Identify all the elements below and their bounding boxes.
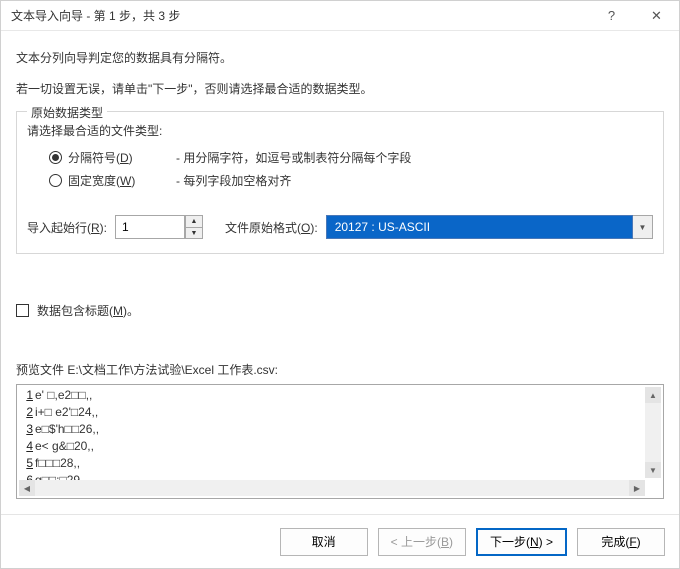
preview-line: 6g□□:□29,, [19,472,645,480]
headers-checkbox-label: 数据包含标题(M)。 [37,302,139,319]
wizard-dialog: 文本导入向导 - 第 1 步，共 3 步 ? ✕ 文本分列向导判定您的数据具有分… [0,0,680,569]
radio-fixed-row[interactable]: 固定宽度(W) - 每列字段加空格对齐 [49,172,653,189]
preview-line: 5f□□□28,, [19,455,645,472]
preview-line: 4e< g&□20,, [19,438,645,455]
radio-fixed[interactable] [49,174,62,187]
scroll-left-icon[interactable]: ◀ [19,480,35,496]
help-button[interactable]: ? [589,1,634,31]
file-origin-label: 文件原始格式(O): [225,219,318,236]
spinner-down-icon[interactable]: ▼ [185,227,203,239]
back-button[interactable]: < 上一步(B) [378,528,466,556]
start-row-label: 导入起始行(R): [27,219,107,236]
headers-checkbox[interactable] [16,304,29,317]
preview-line: 3e□$'h□□26,, [19,421,645,438]
scroll-down-icon[interactable]: ▼ [645,462,661,478]
button-bar: 取消 < 上一步(B) 下一步(N) > 完成(F) [1,514,679,568]
preview-content: 1e' □,e2□□,, 2i+□ e2'□24,, 3e□$'h□□26,, … [19,387,645,480]
preview-line: 1e' □,e2□□,, [19,387,645,404]
original-data-type-group: 原始数据类型 请选择最合适的文件类型: 分隔符号(D) - 用分隔字符，如逗号或… [16,111,664,254]
dialog-body: 文本分列向导判定您的数据具有分隔符。 若一切设置无误，请单击"下一步"，否则请选… [1,31,679,499]
file-type-prompt: 请选择最合适的文件类型: [27,122,653,139]
radio-dot-icon [52,154,59,161]
preview-box: 1e' □,e2□□,, 2i+□ e2'□24,, 3e□$'h□□26,, … [16,384,664,499]
import-start-row: 导入起始行(R): ▲ ▼ 文件原始格式(O): 20127 : US-ASCI… [27,215,653,239]
radio-fixed-desc: - 每列字段加空格对齐 [176,172,291,189]
finish-button[interactable]: 完成(F) [577,528,665,556]
radio-delimited-label: 分隔符号(D) [68,149,168,166]
scroll-right-icon[interactable]: ▶ [629,480,645,496]
cancel-button[interactable]: 取消 [280,528,368,556]
title-bar: 文本导入向导 - 第 1 步，共 3 步 ? ✕ [1,1,679,31]
group-legend: 原始数据类型 [27,104,107,121]
intro-line-1: 文本分列向导判定您的数据具有分隔符。 [16,49,664,66]
headers-checkbox-row[interactable]: 数据包含标题(M)。 [16,302,664,319]
chevron-down-icon[interactable]: ▼ [633,215,653,239]
next-button[interactable]: 下一步(N) > [476,528,567,556]
close-button[interactable]: ✕ [634,1,679,31]
preview-label: 预览文件 E:\文档工作\方法试验\Excel 工作表.csv: [16,361,664,378]
radio-delimited[interactable] [49,151,62,164]
radio-delimited-desc: - 用分隔字符，如逗号或制表符分隔每个字段 [176,149,411,166]
scroll-up-icon[interactable]: ▲ [645,387,661,403]
radio-delimited-row[interactable]: 分隔符号(D) - 用分隔字符，如逗号或制表符分隔每个字段 [49,149,653,166]
vertical-scrollbar[interactable]: ▲ ▼ [645,387,661,478]
horizontal-scrollbar[interactable]: ◀ ▶ [19,480,645,496]
radio-fixed-label: 固定宽度(W) [68,172,168,189]
window-title: 文本导入向导 - 第 1 步，共 3 步 [11,7,589,24]
preview-line: 2i+□ e2'□24,, [19,404,645,421]
spinner-up-icon[interactable]: ▲ [185,215,203,227]
start-row-spinner[interactable]: ▲ ▼ [115,215,203,239]
file-origin-value[interactable]: 20127 : US-ASCII [326,215,633,239]
start-row-input[interactable] [115,215,185,239]
file-origin-select[interactable]: 20127 : US-ASCII ▼ [326,215,653,239]
intro-line-2: 若一切设置无误，请单击"下一步"，否则请选择最合适的数据类型。 [16,80,664,97]
